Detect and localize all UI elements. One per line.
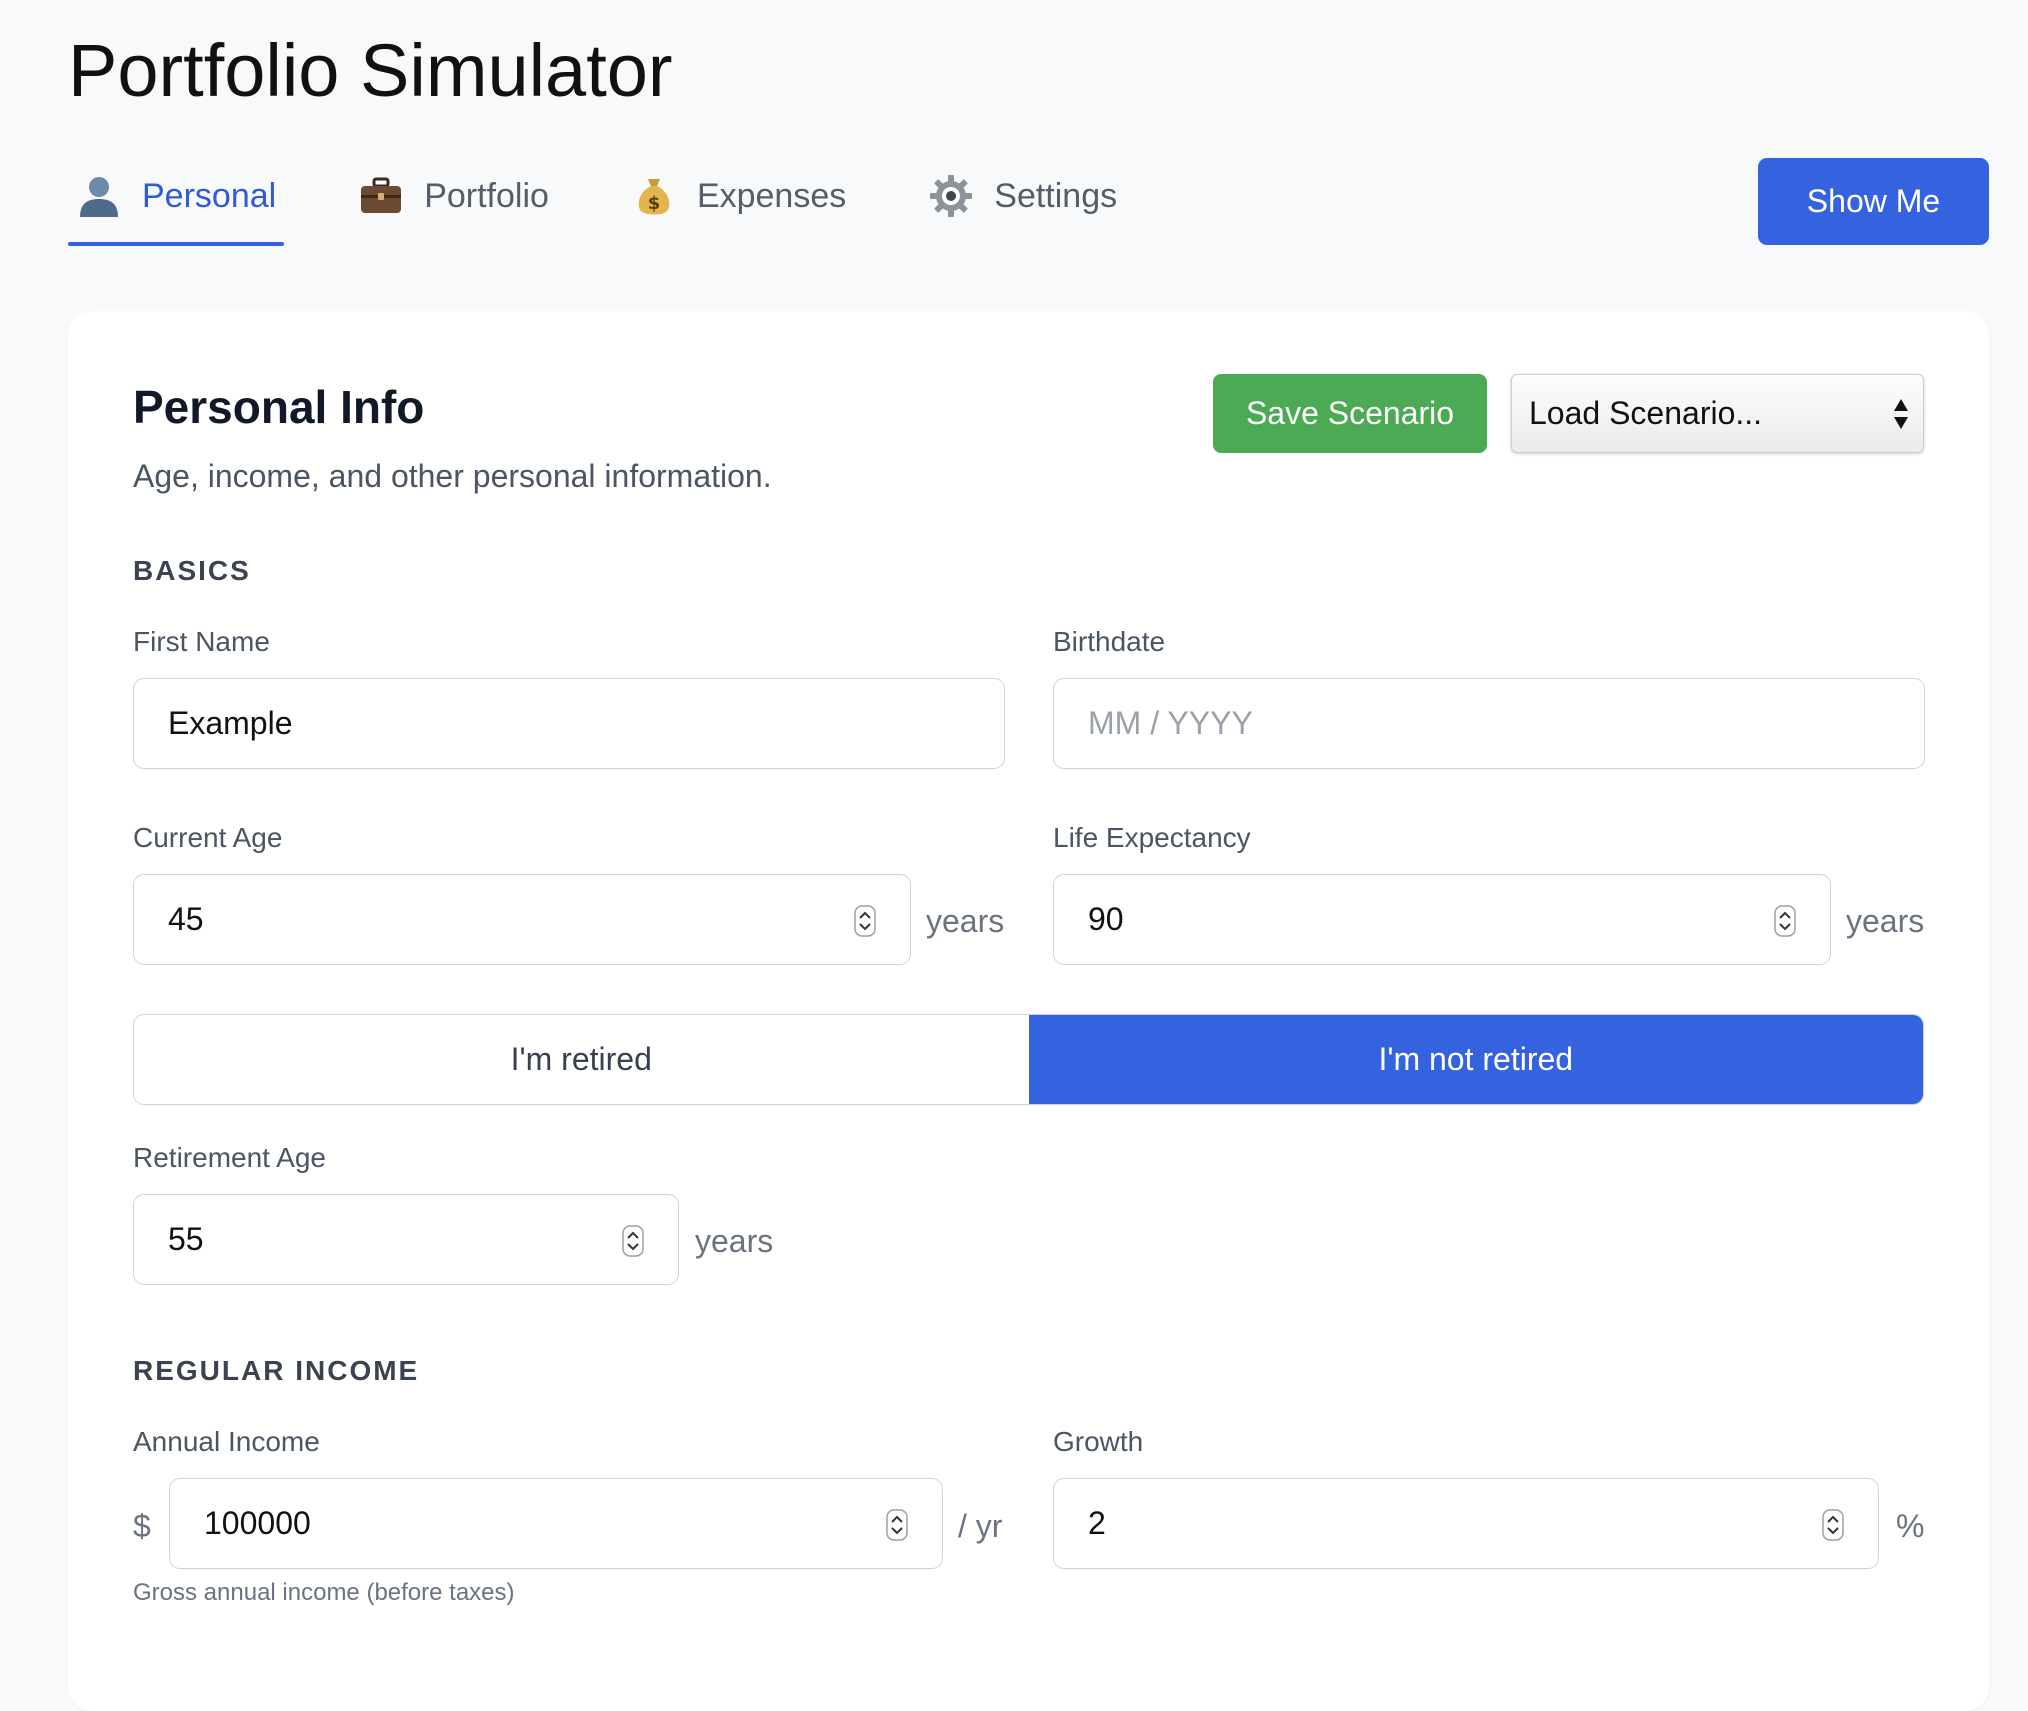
growth-input[interactable]: 2 bbox=[1053, 1478, 1879, 1569]
life-expectancy-label: Life Expectancy bbox=[1053, 822, 1251, 853]
first-name-label: First Name bbox=[133, 626, 270, 657]
money-bag-icon: $ bbox=[638, 179, 670, 215]
stepper-icon[interactable] bbox=[1822, 1509, 1844, 1541]
annual-income-value: 100000 bbox=[204, 1505, 311, 1541]
show-me-button[interactable]: Show Me bbox=[1758, 158, 1989, 245]
load-scenario-select[interactable]: Load Scenario... bbox=[1511, 374, 1924, 453]
stepper-icon[interactable] bbox=[886, 1509, 908, 1541]
tab-personal[interactable]: Personal bbox=[68, 150, 285, 246]
current-age-input[interactable]: 45 bbox=[133, 874, 911, 965]
annual-income-label: Annual Income bbox=[133, 1426, 320, 1457]
tab-settings[interactable]: Settings bbox=[920, 150, 1125, 242]
annual-income-input[interactable]: 100000 bbox=[169, 1478, 943, 1569]
retired-option[interactable]: I'm retired bbox=[134, 1015, 1029, 1104]
save-scenario-button[interactable]: Save Scenario bbox=[1213, 374, 1487, 453]
first-name-input[interactable]: Example bbox=[133, 678, 1005, 769]
gear-icon bbox=[930, 175, 973, 217]
current-age-label: Current Age bbox=[133, 822, 283, 853]
growth-unit: % bbox=[1896, 1508, 1925, 1544]
stepper-icon[interactable] bbox=[622, 1225, 644, 1257]
tab-label: Personal bbox=[142, 176, 277, 215]
retirement-age-label: Retirement Age bbox=[133, 1142, 326, 1173]
currency-prefix: $ bbox=[133, 1508, 151, 1544]
retirement-age-value: 55 bbox=[168, 1221, 204, 1257]
section-subtitle: Age, income, and other personal informat… bbox=[133, 458, 772, 494]
retirement-age-input[interactable]: 55 bbox=[133, 1194, 679, 1285]
stepper-icon[interactable] bbox=[1774, 905, 1796, 937]
load-scenario-label: Load Scenario... bbox=[1529, 395, 1763, 431]
regular-income-heading: REGULAR INCOME bbox=[133, 1355, 420, 1386]
stepper-icon[interactable] bbox=[854, 905, 876, 937]
tab-bar: Personal Portfolio $ Expenses Settings bbox=[68, 150, 1191, 246]
birthdate-placeholder: MM / YYYY bbox=[1088, 705, 1253, 741]
growth-label: Growth bbox=[1053, 1426, 1144, 1457]
annual-income-unit: / yr bbox=[958, 1508, 1003, 1544]
growth-value: 2 bbox=[1088, 1505, 1106, 1541]
life-expectancy-value: 90 bbox=[1088, 901, 1124, 937]
annual-income-help: Gross annual income (before taxes) bbox=[133, 1579, 515, 1606]
life-expectancy-input[interactable]: 90 bbox=[1053, 874, 1831, 965]
section-title: Personal Info bbox=[133, 381, 425, 433]
retirement-age-unit: years bbox=[695, 1223, 774, 1259]
current-age-value: 45 bbox=[168, 901, 204, 937]
briefcase-icon bbox=[361, 177, 402, 213]
tab-expenses[interactable]: $ Expenses bbox=[623, 150, 854, 242]
tab-label: Settings bbox=[994, 176, 1118, 215]
first-name-value: Example bbox=[168, 705, 293, 741]
basics-heading: BASICS bbox=[133, 555, 251, 586]
retirement-status-toggle: I'm retired I'm not retired bbox=[133, 1014, 1924, 1105]
tab-portfolio[interactable]: Portfolio bbox=[350, 150, 557, 242]
select-arrows-icon bbox=[1894, 399, 1908, 429]
tab-label: Portfolio bbox=[424, 176, 549, 215]
svg-text:$: $ bbox=[648, 193, 661, 214]
not-retired-option[interactable]: I'm not retired bbox=[1028, 1015, 1923, 1104]
current-age-unit: years bbox=[926, 903, 1005, 939]
person-icon bbox=[80, 177, 118, 217]
birthdate-label: Birthdate bbox=[1053, 626, 1166, 657]
app-title: Portfolio Simulator bbox=[68, 29, 673, 112]
tab-label: Expenses bbox=[696, 176, 847, 215]
birthdate-input[interactable]: MM / YYYY bbox=[1053, 678, 1925, 769]
life-expectancy-unit: years bbox=[1846, 903, 1925, 939]
